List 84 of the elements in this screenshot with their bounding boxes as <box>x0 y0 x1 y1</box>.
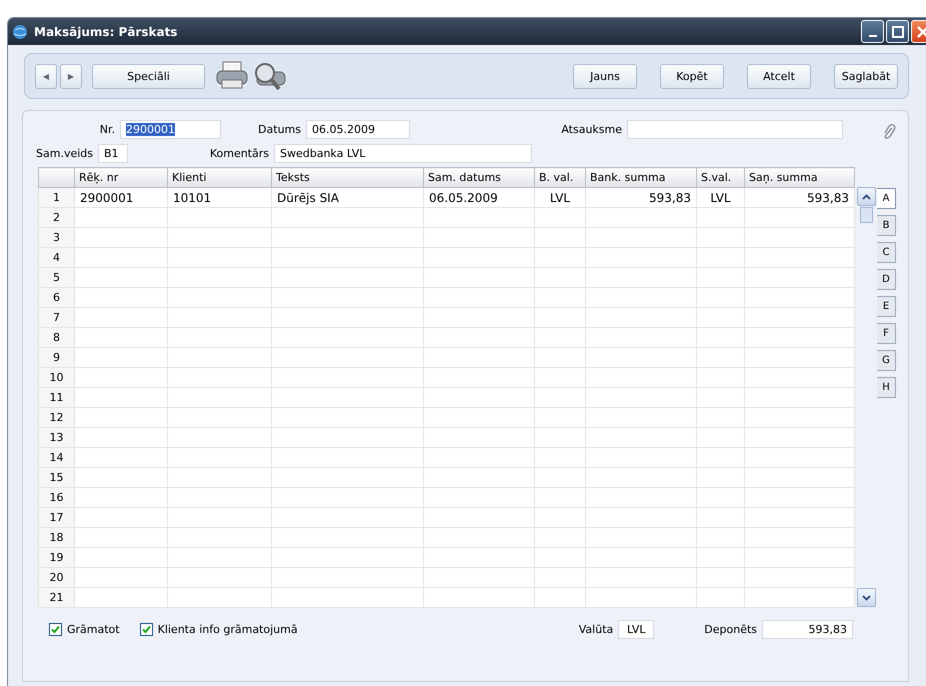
row-number: 11 <box>38 388 74 408</box>
column-header[interactable]: Teksts <box>272 168 424 188</box>
table-cell: LVL <box>534 188 586 208</box>
chevron-down-icon <box>862 594 871 600</box>
field-label: Nr. <box>98 123 116 136</box>
table-cell: 2900001 <box>74 188 168 208</box>
column-header[interactable]: Bank. summa <box>586 168 696 188</box>
row-number: 6 <box>38 288 74 308</box>
action-button[interactable]: Atcelt <box>747 64 811 88</box>
row-number: 14 <box>38 448 74 468</box>
field-label: Valūta <box>578 622 614 636</box>
row-number: 19 <box>38 548 74 568</box>
paperclip-icon[interactable] <box>882 123 896 141</box>
chevron-up-icon <box>862 194 871 200</box>
row-number: 3 <box>38 228 74 248</box>
row-number: 10 <box>38 368 74 388</box>
side-tab[interactable]: H <box>877 377 896 398</box>
row-number: 18 <box>38 528 74 548</box>
scroll-thumb[interactable] <box>860 207 873 223</box>
table-cell: 06.05.2009 <box>424 188 534 208</box>
checkbox[interactable] <box>140 622 153 636</box>
row-number: 5 <box>38 268 74 288</box>
checkbox[interactable] <box>49 622 62 636</box>
column-header[interactable]: Saņ. summa <box>744 168 854 188</box>
deposited-field[interactable]: 593,83 <box>762 620 853 638</box>
field-label: Datums <box>257 123 302 136</box>
row-number: 8 <box>38 328 74 348</box>
table-cell: LVL <box>696 188 744 208</box>
row-number: 12 <box>38 408 74 428</box>
maximize-icon <box>892 26 904 38</box>
row-number: 21 <box>38 588 74 608</box>
minimize-icon <box>868 34 876 36</box>
previous-button[interactable]: ◀ <box>35 64 57 88</box>
field-label: Komentārs <box>208 147 270 160</box>
special-button[interactable]: Speciāli <box>92 64 205 88</box>
column-header[interactable]: S.val. <box>696 168 744 188</box>
row-number: 17 <box>38 508 74 528</box>
field-label: Atsauksme <box>560 123 623 136</box>
field-label: Deponēts <box>704 622 758 636</box>
row-number: 9 <box>38 348 74 368</box>
date-field[interactable]: 06.05.2009 <box>306 120 410 139</box>
table-cell: 593,83 <box>586 188 696 208</box>
side-tab[interactable]: B <box>877 215 896 236</box>
checkbox-label: Grāmatot <box>67 622 120 636</box>
table-cell: 593,83 <box>744 188 854 208</box>
row-number: 15 <box>38 468 74 488</box>
next-button[interactable]: ▶ <box>60 64 82 88</box>
scroll-down-button[interactable] <box>857 588 876 607</box>
side-tab[interactable]: D <box>877 269 896 290</box>
side-tab[interactable]: A <box>877 188 896 209</box>
column-header[interactable]: Sam. datums <box>424 168 534 188</box>
globe-icon <box>12 24 28 40</box>
side-tab[interactable]: C <box>877 242 896 263</box>
printer-icon[interactable] <box>215 60 249 90</box>
column-header[interactable]: Klienti <box>168 168 272 188</box>
row-number: 20 <box>38 568 74 588</box>
row-number: 1 <box>38 188 74 208</box>
scroll-up-button[interactable] <box>857 187 876 206</box>
table-cell: Dūrējs SIA <box>272 188 424 208</box>
side-tab[interactable]: G <box>877 350 896 371</box>
reference-field[interactable] <box>627 120 843 139</box>
field-label: Sam.veids <box>35 147 94 160</box>
currency-field[interactable]: LVL <box>618 620 654 638</box>
close-icon <box>916 26 926 38</box>
checkbox-label: Klienta info grāmatojumā <box>158 622 298 636</box>
side-tab[interactable]: F <box>877 323 896 344</box>
table-cell: 10101 <box>168 188 272 208</box>
action-button[interactable]: Jauns <box>573 64 637 88</box>
maximize-button[interactable] <box>886 20 909 43</box>
minimize-button[interactable] <box>861 20 884 43</box>
row-number: 7 <box>38 308 74 328</box>
type-field[interactable]: B1 <box>98 144 128 163</box>
comment-field[interactable]: Swedbanka LVL <box>274 144 532 163</box>
window-title: Maksājums: Pārskats <box>34 24 178 38</box>
row-number: 16 <box>38 488 74 508</box>
number-field[interactable]: 2900001 <box>120 120 221 139</box>
column-header[interactable]: B. val. <box>534 168 586 188</box>
row-number: 4 <box>38 248 74 268</box>
side-tab[interactable]: E <box>877 296 896 317</box>
action-button[interactable]: Kopēt <box>660 64 724 88</box>
action-button[interactable]: Saglabāt <box>834 64 898 88</box>
row-number: 2 <box>38 208 74 228</box>
column-header[interactable]: Rēķ. nr <box>74 168 168 188</box>
row-number: 13 <box>38 428 74 448</box>
